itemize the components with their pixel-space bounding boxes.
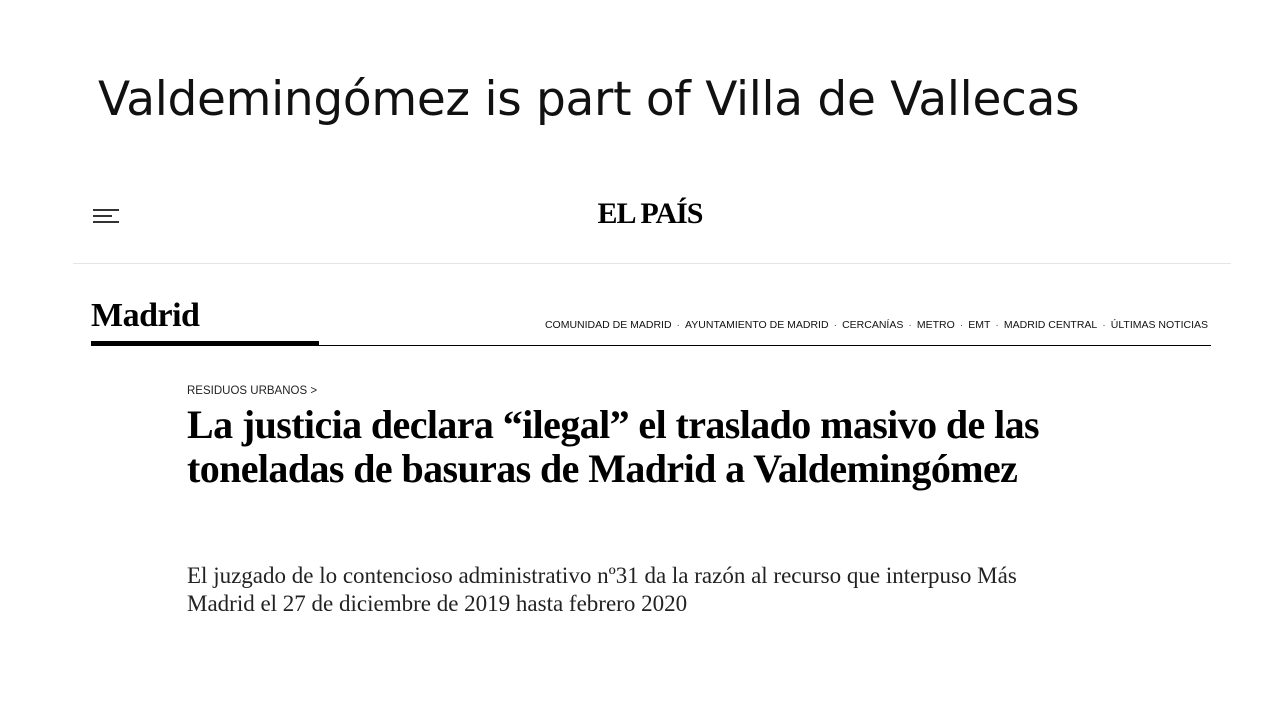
section-subnav: COMUNIDAD DE MADRID · AYUNTAMIENTO DE MA… xyxy=(545,319,1208,331)
subnav-link-emt[interactable]: EMT xyxy=(968,319,990,331)
subnav-link-comunidad-de-madrid[interactable]: COMUNIDAD DE MADRID xyxy=(545,319,672,331)
subnav-link-ultimas-noticias[interactable]: ÚLTIMAS NOTICIAS xyxy=(1111,319,1208,331)
subnav-link-ayuntamiento-de-madrid[interactable]: AYUNTAMIENTO DE MADRID xyxy=(685,319,829,331)
article-dek: El juzgado de lo contencioso administrat… xyxy=(187,563,1017,616)
article-kicker[interactable]: RESIDUOS URBANOS > xyxy=(187,385,317,397)
el-pais-logo[interactable]: EL PAÍS xyxy=(0,197,1280,231)
subnav-separator: · xyxy=(1102,319,1106,331)
subnav-separator: · xyxy=(908,319,912,331)
article-headline: La justicia declara “ilegal” el traslado… xyxy=(187,402,1040,491)
subnav-link-madrid-central[interactable]: MADRID CENTRAL xyxy=(1004,319,1097,331)
subnav-link-metro[interactable]: METRO xyxy=(917,319,955,331)
subnav-separator: · xyxy=(995,319,999,331)
subnav-link-cercanias[interactable]: CERCANÍAS xyxy=(842,319,903,331)
subnav-separator: · xyxy=(676,319,681,331)
subnav-separator: · xyxy=(959,319,964,331)
slide-title: Valdemingómez is part of Villa de Vallec… xyxy=(98,72,1080,127)
section-title[interactable]: Madrid xyxy=(91,297,200,335)
section-divider xyxy=(91,345,1211,346)
subnav-separator: · xyxy=(833,319,838,331)
header-divider xyxy=(73,263,1231,264)
